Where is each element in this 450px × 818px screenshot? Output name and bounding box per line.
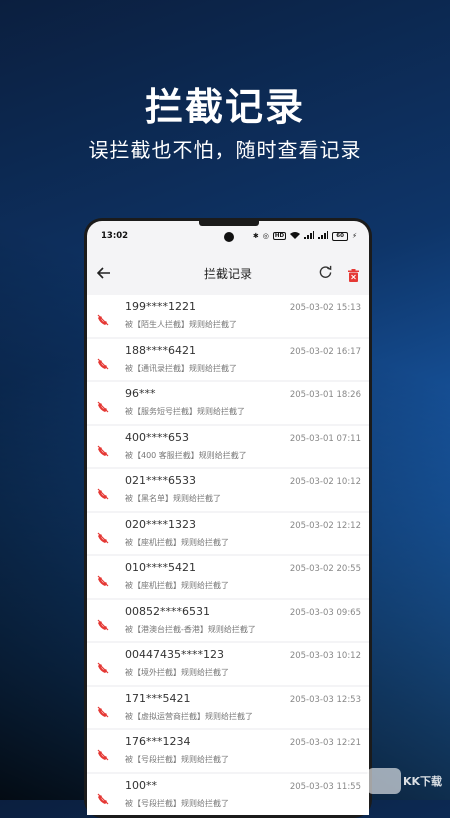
list-item[interactable]: 199****1221 被【陌生人拦截】规则给拦截了 205-03-02 15:13 [87, 295, 369, 337]
signal-icon [304, 231, 315, 241]
record-reason: 被【号段拦截】规则给拦截了 [125, 755, 229, 764]
watermark: KK下载 [366, 768, 442, 794]
watermark-text: KK下载 [402, 775, 442, 788]
hero-subtitle: 误拦截也不怕，随时查看记录 [88, 138, 362, 162]
record-reason: 被【港澳台拦截-香港】规则给拦截了 [125, 624, 256, 634]
trash-icon[interactable] [348, 267, 359, 282]
app-bar-actions [319, 264, 359, 282]
record-time: 205-03-02 16:17 [289, 346, 361, 357]
missed-call-blocked-icon [97, 560, 119, 591]
record-reason: 被【座机拦截】规则给拦截了 [125, 537, 229, 547]
list-item[interactable]: 176***1234 被【号段拦截】规则给拦截了 205-03-03 12:21 [87, 730, 369, 772]
record-time: 205-03-02 20:55 [289, 564, 361, 574]
missed-call-blocked-icon [97, 299, 119, 330]
record-reason: 被【虚拟运营商拦截】规则给拦截了 [125, 711, 253, 721]
list-item[interactable]: 010****5421 被【座机拦截】规则给拦截了 205-03-02 20:55 [87, 556, 369, 598]
missed-call-blocked-icon [97, 734, 119, 765]
record-reason: 被【服务短号拦截】规则给拦截了 [125, 407, 245, 416]
record-time: 205-03-03 12:21 [289, 738, 361, 748]
missed-call-blocked-icon [97, 691, 119, 722]
record-reason: 被【境外拦截】规则给拦截了 [125, 668, 229, 677]
missed-call-blocked-icon [97, 604, 119, 635]
list-item[interactable]: 00447435****123 被【境外拦截】规则给拦截了 205-03-03 10… [87, 643, 369, 685]
record-time: 205-03-02 10:12 [289, 477, 361, 487]
list-item[interactable]: 020****1323 被【座机拦截】规则给拦截了 205-03-02 12:12 [87, 512, 369, 554]
phone-frame: 13:02 ✱ ◎ HD 60 ⚡ 拦截记录 199****1221 被【陌生人… [84, 218, 372, 818]
hero-title: 拦截记录 [144, 85, 305, 129]
missed-call-blocked-icon [97, 386, 119, 417]
record-time: 205-03-02 15:13 [289, 303, 361, 313]
record-time: 205-03-02 12:12 [289, 520, 361, 531]
record-time: 205-03-03 11:55 [289, 781, 361, 792]
missed-call-blocked-icon [97, 343, 119, 374]
record-reason: 被【座机拦截】规则给拦截了 [125, 581, 229, 590]
list-item[interactable]: 00852****6531 被【港澳台拦截-香港】规则给拦截了 205-03-03 … [87, 599, 369, 641]
status-icons: ✱ ◎ HD 60 ⚡ [253, 231, 357, 241]
record-time: 205-03-03 09:65 [289, 607, 361, 618]
missed-call-blocked-icon [97, 473, 119, 504]
missed-call-blocked-icon [97, 778, 119, 809]
record-list: 199****1221 被【陌生人拦截】规则给拦截了 205-03-02 15:13… [87, 295, 369, 815]
record-time: 205-03-01 07:11 [289, 433, 361, 444]
record-reason: 被【陌生人拦截】规则给拦截了 [125, 320, 237, 329]
missed-call-blocked-icon [97, 647, 119, 678]
record-reason: 被【号段拦截】规则给拦截了 [125, 798, 229, 808]
wifi-icon [290, 231, 301, 241]
record-time: 205-03-03 10:12 [289, 651, 361, 661]
app-bar: 拦截记录 [87, 251, 369, 295]
list-item[interactable]: 96*** 被【服务短号拦截】规则给拦截了 205-03-01 18:26 [87, 382, 369, 424]
status-time: 13:02 [101, 231, 129, 241]
bluetooth-icon: ✱ [252, 232, 259, 240]
record-reason: 被【黑名单】规则给拦截了 [125, 494, 221, 503]
list-item[interactable]: 100** 被【号段拦截】规则给拦截了 205-03-03 11:55 [87, 773, 369, 815]
phone-notch [199, 221, 259, 226]
front-camera [224, 232, 234, 242]
list-item[interactable]: 171***5421 被【虚拟运营商拦截】规则给拦截了 205-03-03 12:5… [87, 686, 369, 728]
phone-screen: 13:02 ✱ ◎ HD 60 ⚡ 拦截记录 199****1221 被【陌生人… [87, 221, 369, 815]
missed-call-blocked-icon [97, 517, 119, 548]
charging-icon: ⚡ [352, 232, 357, 240]
battery-icon: 60 [332, 231, 349, 241]
record-reason: 被【400 客服拦截】规则给拦截了 [125, 450, 247, 460]
refresh-icon[interactable] [319, 264, 332, 282]
record-time: 205-03-01 18:26 [289, 390, 361, 400]
record-reason: 被【通讯录拦截】规则给拦截了 [125, 363, 237, 373]
watermark-logo [366, 768, 401, 794]
hd-icon: HD [272, 232, 287, 240]
list-item[interactable]: 188****6421 被【通讯录拦截】规则给拦截了 205-03-02 16:17 [87, 338, 369, 380]
nfc-icon: ◎ [262, 232, 269, 240]
signal-icon [318, 231, 329, 241]
list-item[interactable]: 400****653 被【400 客服拦截】规则给拦截了 205-03-01 07:… [87, 425, 369, 467]
list-item[interactable]: 021****6533 被【黑名单】规则给拦截了 205-03-02 10:12 [87, 469, 369, 511]
missed-call-blocked-icon [97, 430, 119, 461]
record-time: 205-03-03 12:53 [289, 694, 361, 705]
